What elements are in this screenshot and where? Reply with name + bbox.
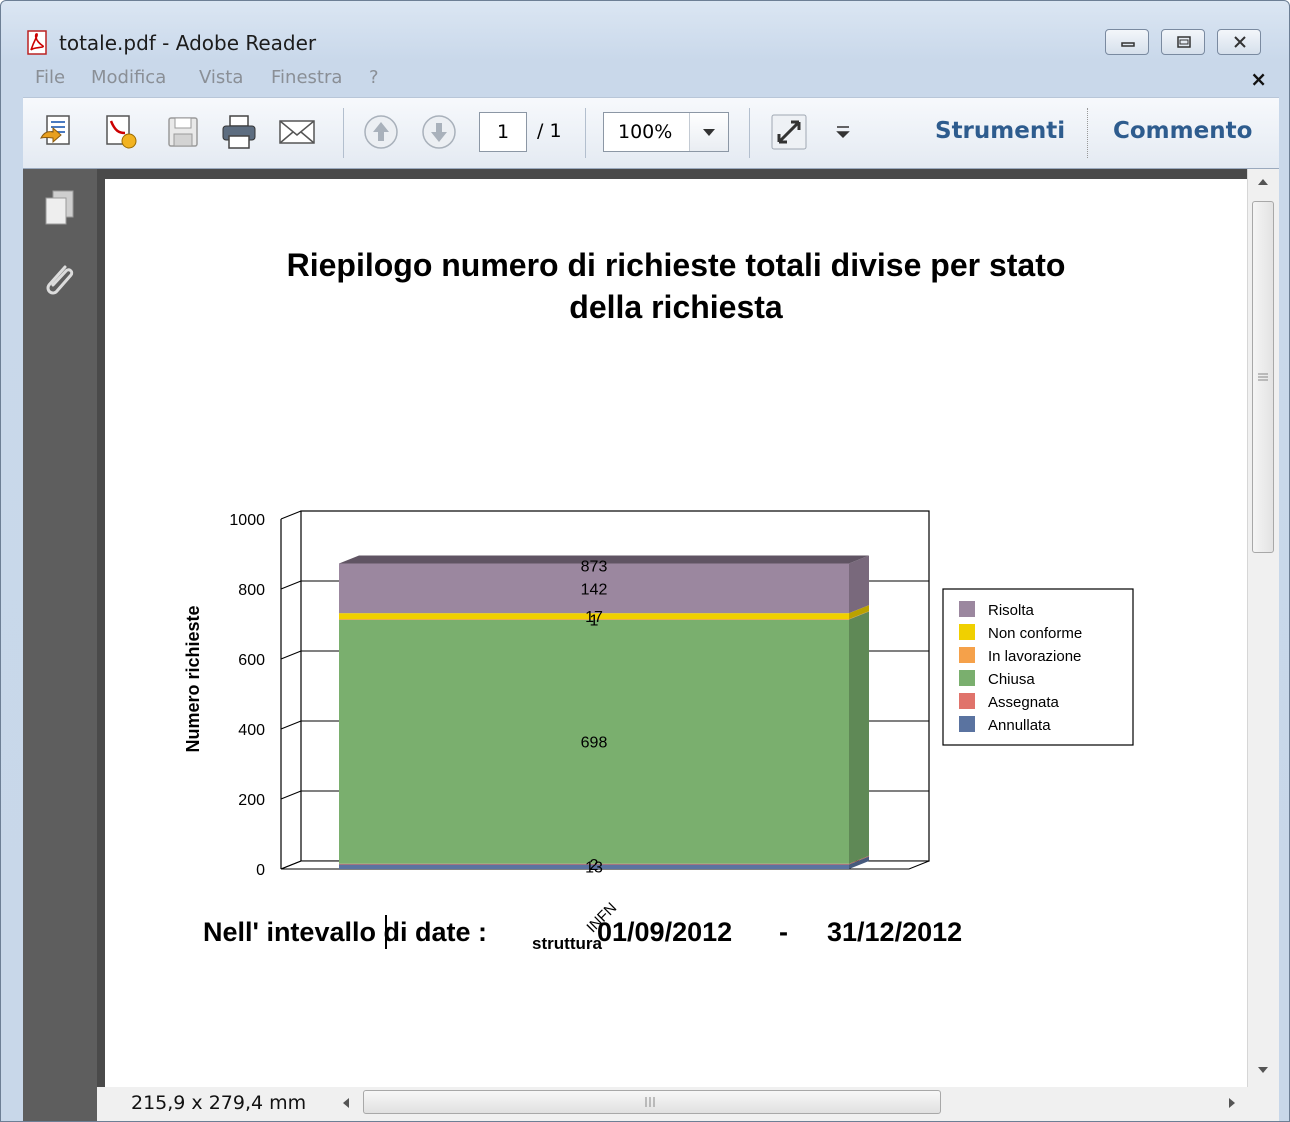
menu-finestra[interactable]: Finestra bbox=[271, 67, 342, 88]
y-tick-label: 800 bbox=[238, 582, 265, 599]
date-separator: - bbox=[779, 917, 788, 947]
close-document-icon[interactable]: × bbox=[1250, 67, 1267, 91]
customize-toolbar-icon[interactable] bbox=[835, 124, 851, 140]
bar-segment-side bbox=[849, 611, 869, 864]
x-axis-label: struttura bbox=[532, 934, 602, 953]
window-title: totale.pdf - Adobe Reader bbox=[59, 31, 317, 55]
document-viewport[interactable]: Riepilogo numero di richieste totali div… bbox=[97, 169, 1247, 1087]
close-button[interactable] bbox=[1217, 29, 1261, 55]
vertical-scrollbar[interactable] bbox=[1247, 169, 1279, 1087]
date-from: 01/09/2012 bbox=[597, 917, 733, 947]
minimize-icon bbox=[1121, 42, 1135, 47]
fullscreen-icon[interactable] bbox=[769, 112, 809, 152]
data-label: 2 bbox=[590, 857, 599, 874]
menu-file[interactable]: File bbox=[35, 67, 65, 88]
date-range-label: Nell' intevallo di date : bbox=[203, 917, 487, 947]
data-label: 17 bbox=[585, 609, 603, 626]
legend-swatch bbox=[959, 624, 975, 640]
minimize-button[interactable] bbox=[1105, 29, 1149, 55]
pages-icon[interactable] bbox=[37, 185, 81, 229]
page-number-input[interactable]: 1 bbox=[479, 112, 527, 152]
export-pdf-icon[interactable] bbox=[101, 112, 141, 152]
scroll-down-icon[interactable] bbox=[1257, 1065, 1269, 1075]
gridline-side bbox=[280, 650, 302, 660]
tools-pane-button[interactable]: Strumenti bbox=[935, 118, 1065, 144]
title-bar: totale.pdf - Adobe Reader bbox=[1, 1, 1289, 61]
y-tick-label: 400 bbox=[238, 722, 265, 739]
pdf-page: Riepilogo numero di richieste totali div… bbox=[105, 179, 1247, 1087]
page-total-label: / 1 bbox=[537, 120, 562, 142]
chevron-down-icon[interactable] bbox=[689, 113, 728, 151]
horizontal-scroll-thumb[interactable] bbox=[363, 1090, 941, 1114]
reader-window: totale.pdf - Adobe Reader File Modifica … bbox=[0, 0, 1290, 1122]
gridline-side bbox=[280, 580, 302, 590]
previous-page-icon[interactable] bbox=[361, 112, 401, 152]
legend-label: Assegnata bbox=[988, 694, 1060, 711]
next-page-icon[interactable] bbox=[419, 112, 459, 152]
menu-bar: File Modifica Vista Finestra ? × bbox=[23, 61, 1279, 97]
y-tick-label: 600 bbox=[238, 652, 265, 669]
y-tick-label: 200 bbox=[238, 792, 265, 809]
stacked-bar-chart: 02004006008001000Numero richieste1326981… bbox=[183, 510, 1134, 953]
bar-segment-side bbox=[849, 555, 869, 614]
y-axis-label: Numero richieste bbox=[183, 605, 203, 752]
data-label: 698 bbox=[581, 735, 608, 752]
menu-modifica[interactable]: Modifica bbox=[91, 67, 166, 88]
legend-label: In lavorazione bbox=[988, 648, 1081, 665]
legend-label: Risolta bbox=[988, 602, 1035, 619]
legend-swatch bbox=[959, 647, 975, 663]
save-icon[interactable] bbox=[163, 112, 203, 152]
print-icon[interactable] bbox=[219, 112, 259, 152]
legend-swatch bbox=[959, 693, 975, 709]
close-icon bbox=[1234, 36, 1246, 48]
legend-label: Non conforme bbox=[988, 625, 1082, 642]
text-cursor bbox=[385, 915, 387, 949]
email-icon[interactable] bbox=[277, 112, 317, 152]
grip-icon bbox=[645, 1097, 655, 1107]
pdf-file-icon bbox=[27, 30, 47, 55]
create-pdf-icon[interactable] bbox=[37, 112, 77, 152]
gridline-side bbox=[280, 720, 302, 730]
chart-title-line-1: Riepilogo numero di richieste totali div… bbox=[286, 247, 1066, 283]
status-bar: 215,9 x 279,4 mm bbox=[97, 1087, 1279, 1121]
navigation-panel bbox=[23, 169, 97, 1121]
legend-swatch bbox=[959, 670, 975, 686]
date-to: 31/12/2012 bbox=[827, 917, 963, 947]
legend-label: Chiusa bbox=[988, 671, 1035, 688]
scroll-left-icon[interactable] bbox=[341, 1097, 351, 1109]
gridline-side bbox=[280, 790, 302, 800]
zoom-value: 100% bbox=[618, 121, 673, 143]
page-size-label: 215,9 x 279,4 mm bbox=[131, 1092, 307, 1114]
scroll-right-icon[interactable] bbox=[1227, 1097, 1237, 1109]
scroll-up-icon[interactable] bbox=[1257, 177, 1269, 187]
total-label: 873 bbox=[581, 558, 608, 575]
legend-swatch bbox=[959, 716, 975, 732]
data-label: 142 bbox=[581, 581, 608, 598]
legend-swatch bbox=[959, 601, 975, 617]
attachments-icon[interactable] bbox=[37, 257, 81, 301]
maximize-icon bbox=[1177, 36, 1191, 48]
zoom-select[interactable]: 100% bbox=[603, 112, 729, 152]
legend-label: Annullata bbox=[988, 717, 1051, 734]
y-tick-label: 0 bbox=[256, 862, 265, 879]
gridline-side bbox=[280, 510, 302, 520]
y-tick-label: 1000 bbox=[229, 512, 265, 529]
menu-vista[interactable]: Vista bbox=[199, 67, 243, 88]
toolbar: 1 / 1 100% Strumenti Commento bbox=[23, 97, 1279, 169]
maximize-button[interactable] bbox=[1161, 29, 1205, 55]
grip-icon bbox=[1258, 373, 1268, 381]
menu-help[interactable]: ? bbox=[369, 67, 379, 88]
comment-pane-button[interactable]: Commento bbox=[1113, 118, 1252, 144]
vertical-scroll-thumb[interactable] bbox=[1252, 201, 1274, 553]
